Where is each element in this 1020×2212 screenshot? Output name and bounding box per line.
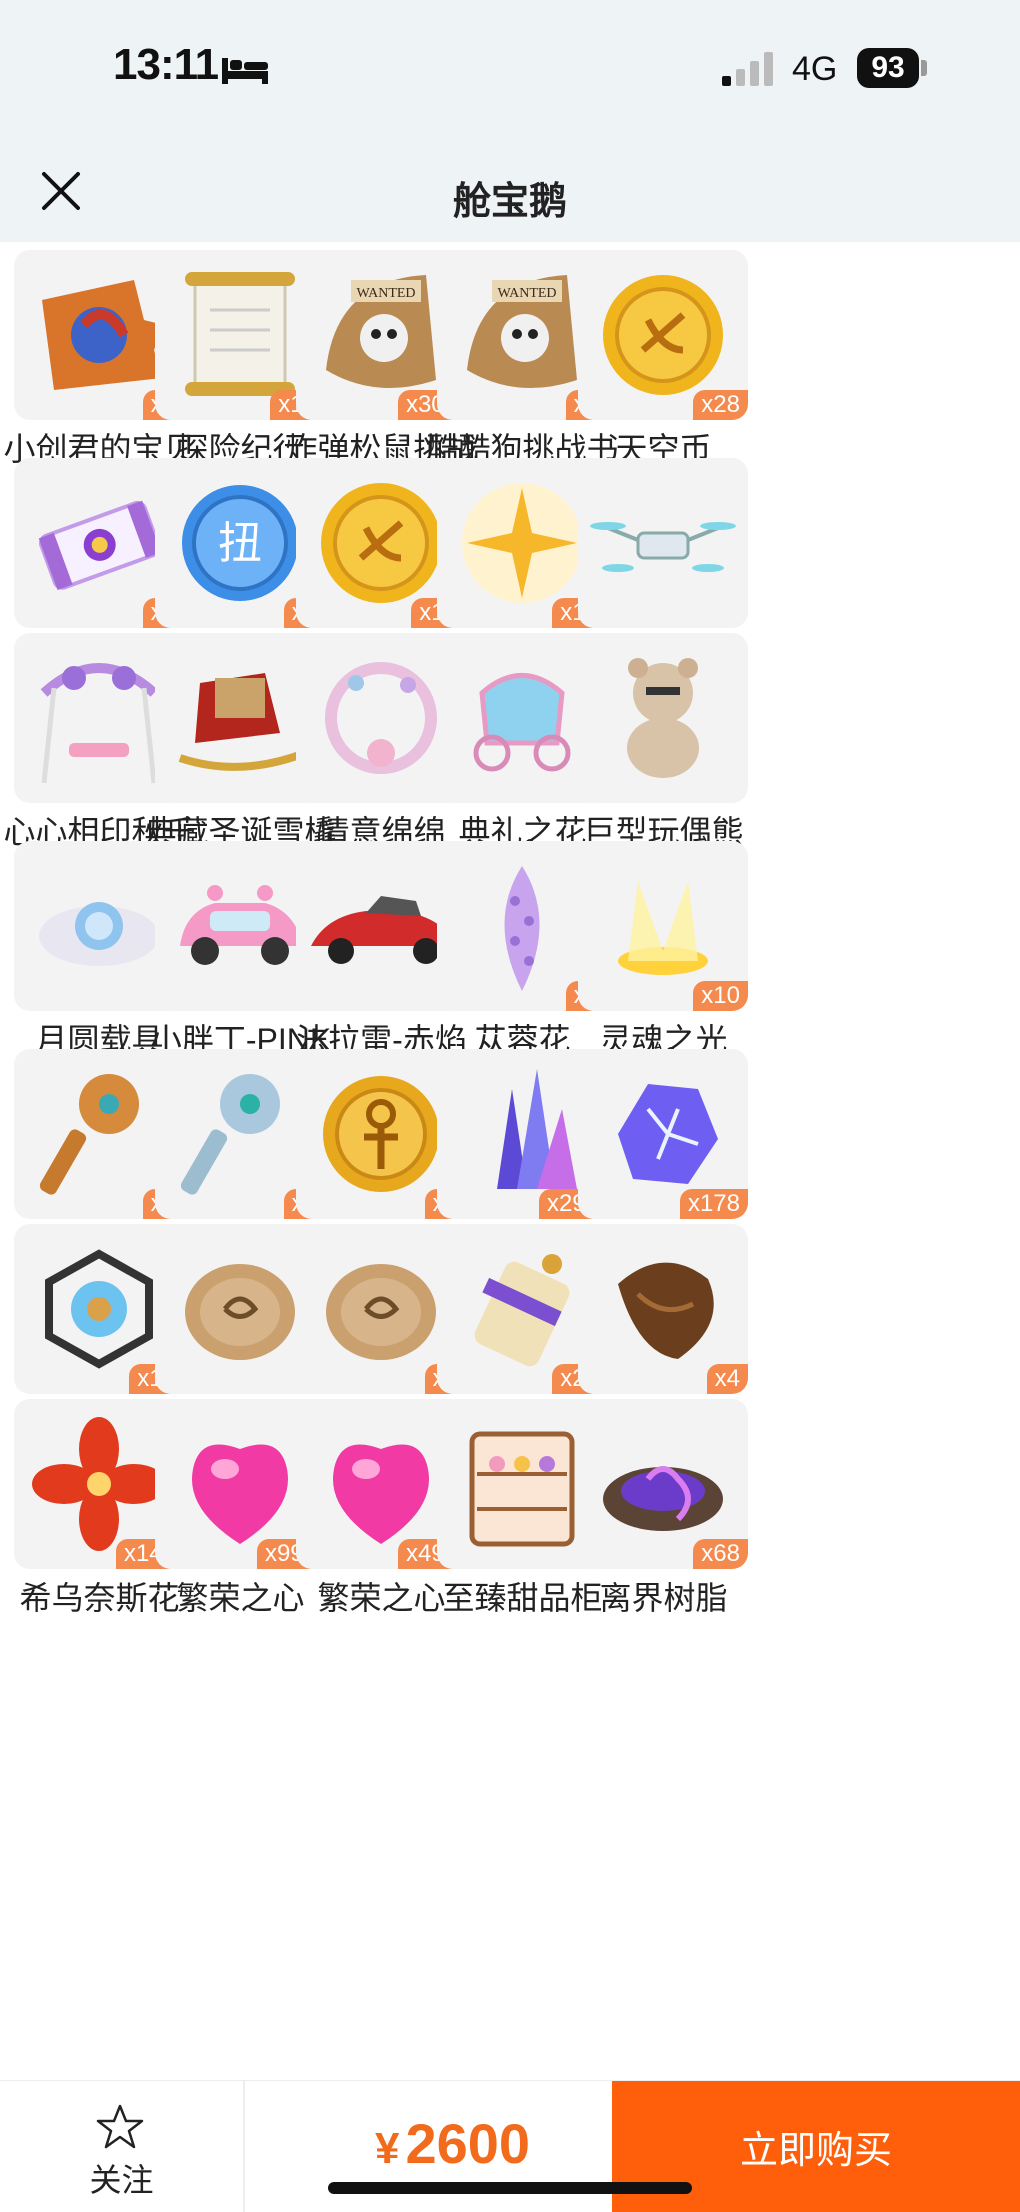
item-count-badge: x68 [693, 1539, 748, 1569]
page-title: 舱宝鹅 [452, 181, 567, 223]
svg-text:扭: 扭 [218, 518, 262, 569]
battery-tip [921, 60, 927, 76]
item-name: 离界树脂 [599, 1580, 728, 1616]
bed-icon [222, 58, 268, 84]
item-grid: x3小创君的宝贝的碎片x12探险纪行WANTEDx304炸弹松鼠挑战书WANTE… [0, 242, 1020, 2080]
item-thumbnail: x178 [578, 1049, 748, 1219]
item-count-badge: x28 [693, 390, 748, 420]
grid-item[interactable]: 巨型玩偶熊 [564, 633, 763, 855]
follow-label: 关注 [89, 2162, 154, 2198]
status-bar: 13:11 4G 93 [0, 0, 1020, 140]
follow-button[interactable]: 关注 [0, 2081, 245, 2212]
currency-symbol: ¥ [375, 2124, 400, 2173]
star-icon [96, 2104, 144, 2149]
item-thumbnail [578, 458, 748, 628]
signal-icon [722, 52, 773, 86]
drone-icon [590, 522, 736, 572]
grid-item[interactable]: x68 离界树脂 [564, 1399, 763, 1621]
item-count-badge: x4 [706, 1364, 748, 1394]
teddy-bear-icon [627, 658, 699, 778]
home-indicator[interactable] [328, 2182, 692, 2194]
item-thumbnail [578, 633, 748, 803]
status-time: 13:11 [113, 40, 219, 89]
svg-text:WANTED: WANTED [356, 286, 415, 301]
grid-item[interactable]: x10 灵魂之光 [564, 841, 763, 1063]
network-type: 4G [792, 50, 838, 88]
item-thumbnail: x10 [578, 841, 748, 1011]
item-thumbnail: x68 [578, 1399, 748, 1569]
price: ¥2600 [375, 2111, 530, 2176]
item-count-badge: x10 [693, 981, 748, 1011]
battery-indicator: 93 [857, 48, 919, 88]
item-thumbnail: x4 [578, 1224, 748, 1394]
item-count-badge: x178 [679, 1189, 748, 1219]
svg-text:WANTED: WANTED [497, 286, 556, 301]
nav-bar: 舱宝鹅 [0, 140, 1020, 242]
grid-item[interactable]: x28 天空币 [564, 250, 763, 472]
item-thumbnail: x28 [578, 250, 748, 420]
price-value: 2600 [405, 2112, 531, 2175]
